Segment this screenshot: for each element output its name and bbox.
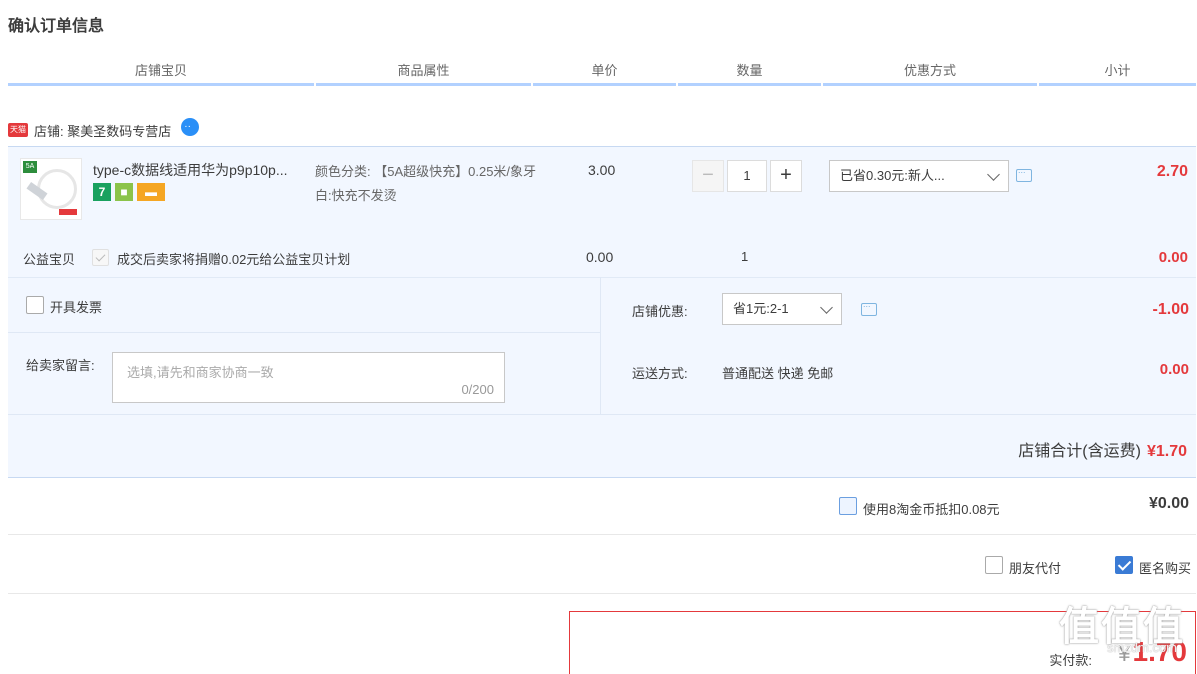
col-header-attributes: 商品属性 (397, 63, 450, 78)
invoice-checkbox[interactable] (26, 296, 44, 314)
shipping-method: 普通配送 快递 免邮 (722, 366, 834, 381)
divider (8, 146, 1196, 147)
shop-discount-label: 店铺优惠: (632, 304, 688, 319)
charity-quantity: 1 (741, 249, 749, 264)
shop-discount-amount: -1.00 (1152, 301, 1189, 318)
divider (8, 593, 1196, 594)
discount-select[interactable]: 已省0.30元:新人... (829, 160, 1009, 192)
site-watermark-url: smzdm.com (1106, 640, 1177, 655)
shop-discount-select[interactable]: 省1元:2-1 (722, 293, 842, 325)
guarantee-icon[interactable]: ■ (115, 183, 133, 201)
tmall-icon: 天猫 (8, 123, 28, 137)
col-header-subtotal: 小计 (1104, 63, 1131, 78)
col-header-item: 店铺宝贝 (134, 63, 187, 78)
coins-label[interactable]: 使用8淘金币抵扣0.08元 (863, 499, 1000, 518)
anonymous-label[interactable]: 匿名购买 (1139, 558, 1191, 577)
col-header-unit-price: 单价 (591, 63, 618, 78)
col-bar (823, 83, 1037, 86)
seven-day-return-icon[interactable]: 7 (93, 183, 111, 201)
col-bar (678, 83, 821, 86)
shop-total-amount: ¥1.70 (1146, 443, 1187, 460)
friend-pay-checkbox[interactable] (985, 556, 1003, 574)
coins-checkbox[interactable] (839, 497, 857, 515)
payment-label: 实付款: (1049, 653, 1092, 668)
coins-amount: ¥0.00 (1148, 495, 1189, 512)
anonymous-checkbox[interactable] (1115, 556, 1133, 574)
divider (8, 332, 600, 333)
product-attributes: 颜色分类: 【5A超级快充】0.25米/象牙白:快充不发烫 (315, 164, 537, 203)
shop-total-label: 店铺合计(含运费) (1018, 443, 1141, 460)
col-header-quantity: 数量 (736, 63, 763, 78)
service-badges: 7 ■ ▬ (93, 183, 165, 201)
decrease-quantity-button[interactable]: − (692, 160, 724, 192)
increase-quantity-button[interactable]: + (770, 160, 802, 192)
divider (8, 477, 1196, 478)
charity-subtotal: 0.00 (1158, 249, 1188, 266)
col-bar (533, 83, 676, 86)
comment-icon[interactable] (1016, 165, 1032, 182)
shop-name[interactable]: 店铺: 聚美圣数码专营店 (34, 121, 171, 140)
chevron-down-icon (987, 168, 1000, 181)
shipping-label: 运送方式: (632, 366, 688, 381)
product-thumbnail[interactable]: 5A (20, 158, 82, 220)
friend-pay-label[interactable]: 朋友代付 (1009, 558, 1061, 577)
seller-message-input[interactable]: 选填,请先和商家协商一致 0/200 (112, 352, 505, 403)
charity-checkbox (92, 249, 109, 266)
col-header-discount: 优惠方式 (903, 63, 956, 78)
product-title[interactable]: type-c数据线适用华为p9p10p... (93, 160, 313, 180)
divider (8, 277, 1196, 278)
order-item: 5A type-c数据线适用华为p9p10p... 7 ■ ▬ 颜色分类: 【5… (8, 146, 1196, 277)
message-label: 给卖家留言: (26, 358, 95, 373)
chevron-down-icon (820, 301, 833, 314)
shop-total: 店铺合计(含运费) ¥1.70 (1018, 437, 1187, 461)
col-bar (1039, 83, 1196, 86)
divider (8, 414, 1196, 415)
message-placeholder: 选填,请先和商家协商一致 (127, 365, 274, 380)
divider (600, 277, 601, 414)
item-subtotal: 2.70 (1156, 163, 1188, 180)
page-title: 确认订单信息 (8, 18, 105, 35)
divider (8, 534, 1196, 535)
charity-price: 0.00 (586, 249, 614, 265)
shop-line: 天猫 店铺: 聚美圣数码专营店 (8, 118, 200, 140)
shipping-amount: 0.00 (1159, 361, 1189, 378)
thumb-tag: 5A (23, 161, 37, 173)
col-bar (316, 83, 531, 86)
col-bar (8, 83, 314, 86)
quantity-stepper: − 1 + (692, 160, 807, 192)
message-char-count: 0/200 (461, 382, 494, 397)
invoice-label[interactable]: 开具发票 (50, 297, 102, 316)
shop-discount-value: 省1元:2-1 (733, 301, 789, 316)
cable-image (37, 169, 77, 209)
column-headers: 店铺宝贝 商品属性 单价 数量 优惠方式 小计 (8, 60, 1196, 86)
charity-label: 公益宝贝 (23, 252, 76, 267)
unit-price: 3.00 (588, 162, 616, 178)
credit-card-icon[interactable]: ▬ (137, 183, 165, 201)
chat-seller-icon[interactable] (181, 118, 200, 136)
label-image (59, 209, 77, 215)
quantity-input[interactable]: 1 (727, 160, 767, 192)
comment-icon[interactable] (861, 299, 877, 316)
charity-text: 成交后卖家将捐赠0.02元给公益宝贝计划 (117, 252, 351, 267)
discount-value: 已省0.30元:新人... (840, 168, 945, 183)
